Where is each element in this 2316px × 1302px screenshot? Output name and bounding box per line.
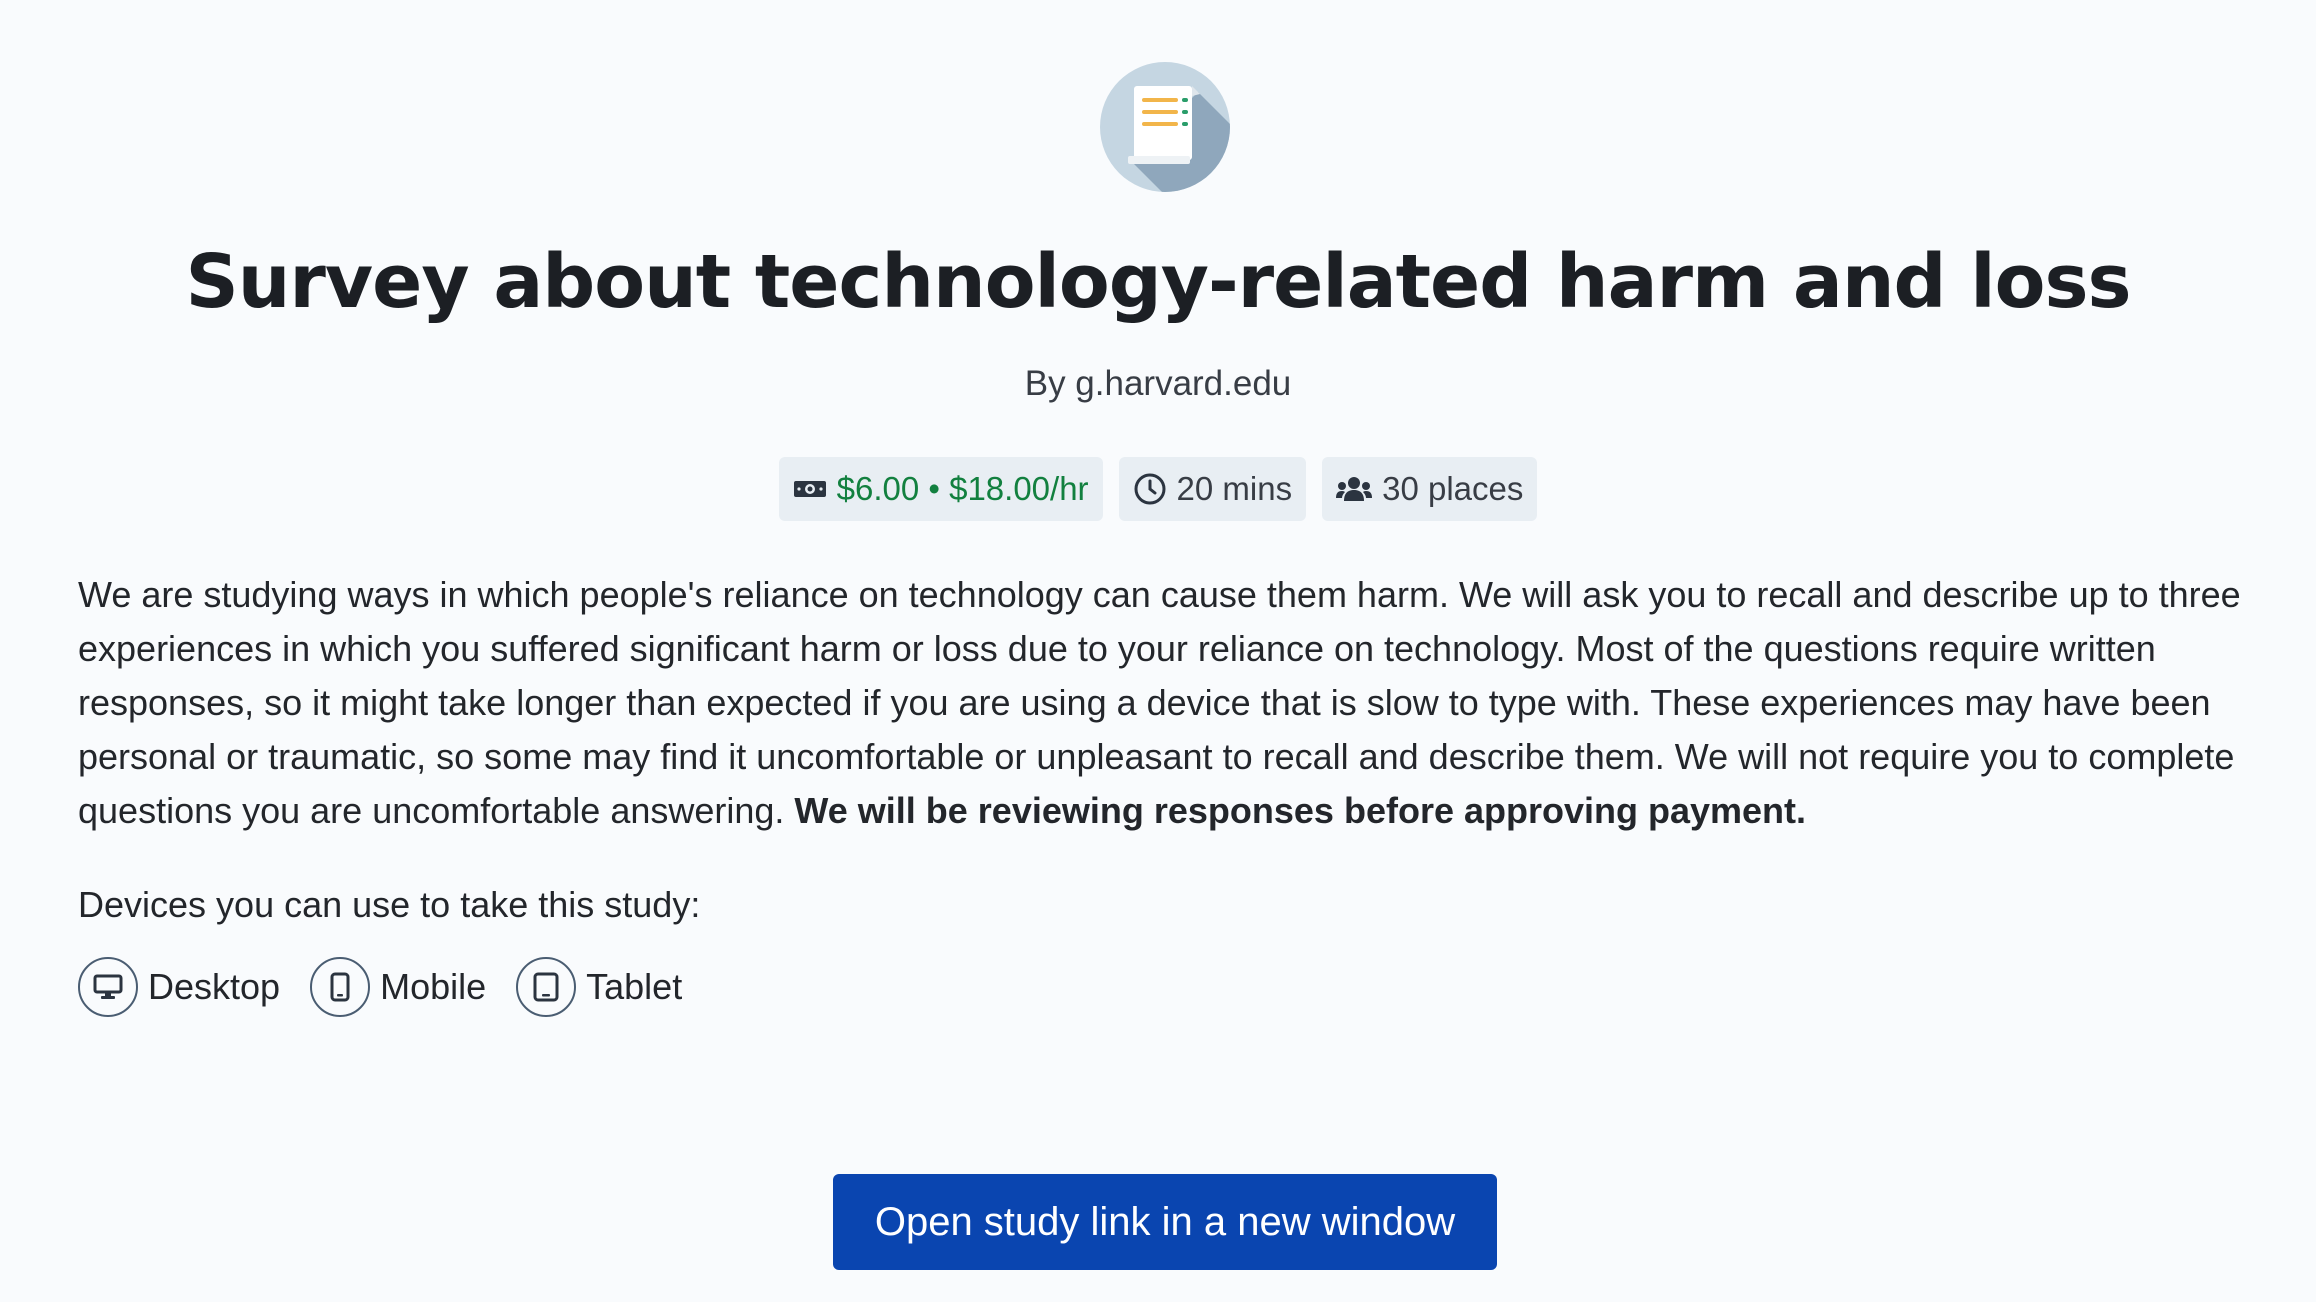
device-list: Desktop Mobile Tablet bbox=[78, 957, 682, 1017]
device-label: Mobile bbox=[380, 966, 487, 1007]
open-study-button[interactable]: Open study link in a new window bbox=[833, 1174, 1497, 1270]
study-description: We are studying ways in which people's r… bbox=[78, 568, 2258, 838]
mobile-icon bbox=[310, 957, 371, 1017]
device-mobile: Mobile bbox=[310, 957, 486, 1017]
description-bold-text: We will be reviewing responses before ap… bbox=[794, 790, 1807, 831]
desktop-icon bbox=[78, 957, 138, 1017]
study-stats: $6.00 • $18.00/hr 20 mins 30 places bbox=[0, 457, 2316, 521]
places-chip: 30 places bbox=[1322, 457, 1538, 521]
duration-chip: 20 mins bbox=[1118, 457, 1307, 521]
device-desktop: Desktop bbox=[78, 957, 280, 1017]
study-author: By g.harvard.edu bbox=[1024, 364, 1292, 403]
device-tablet: Tablet bbox=[516, 957, 682, 1017]
reward-text: $6.00 • $18.00/hr bbox=[836, 470, 1089, 507]
tablet-icon bbox=[516, 957, 577, 1017]
device-label: Tablet bbox=[586, 966, 683, 1007]
users-icon bbox=[1336, 477, 1373, 501]
money-icon bbox=[793, 481, 826, 497]
duration-text: 20 mins bbox=[1176, 470, 1293, 507]
places-text: 30 places bbox=[1382, 470, 1524, 507]
study-icon bbox=[1100, 62, 1230, 192]
clock-icon bbox=[1134, 473, 1166, 505]
scroll-document-icon bbox=[1128, 86, 1230, 192]
study-title: Survey about technology-related harm and… bbox=[185, 239, 2131, 325]
reward-chip: $6.00 • $18.00/hr bbox=[778, 457, 1103, 521]
devices-heading: Devices you can use to take this study: bbox=[78, 884, 701, 925]
device-label: Desktop bbox=[148, 966, 281, 1007]
